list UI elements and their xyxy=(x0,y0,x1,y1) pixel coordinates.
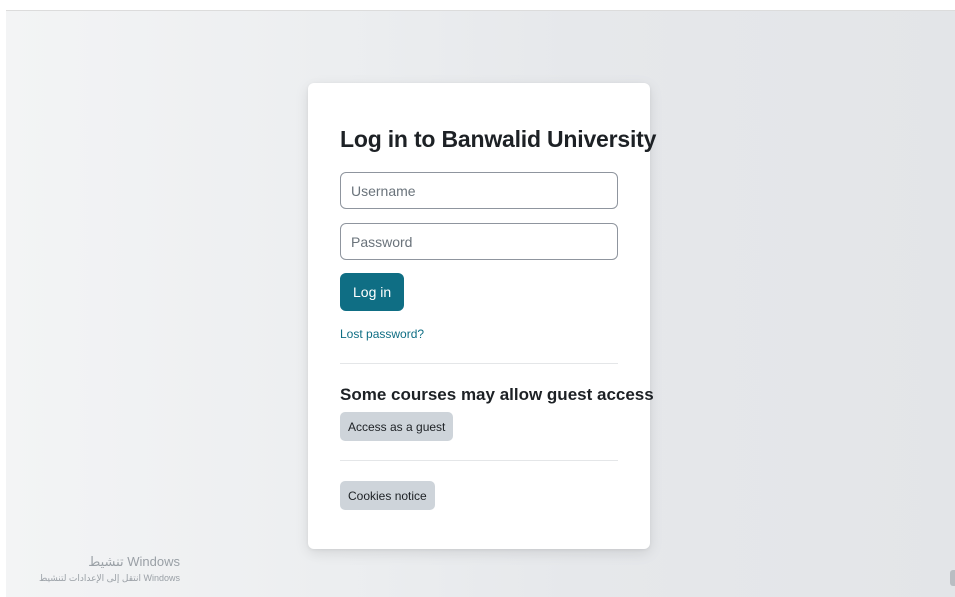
divider xyxy=(340,363,618,364)
scrollbar-handle[interactable] xyxy=(950,570,955,586)
username-input[interactable] xyxy=(340,172,618,209)
cookies-notice-button[interactable]: Cookies notice xyxy=(340,481,435,510)
watermark-title: تنشيط Windows xyxy=(88,554,180,569)
windows-activation-watermark: تنشيط Windows انتقل إلى الإعدادات لتنشيط… xyxy=(10,553,180,585)
divider xyxy=(340,460,618,461)
login-button[interactable]: Log in xyxy=(340,273,405,311)
lost-password-link[interactable]: Lost password? xyxy=(340,327,424,341)
guest-access-heading: Some courses may allow guest access xyxy=(340,385,654,404)
password-input[interactable] xyxy=(340,223,618,260)
watermark-subtitle: انتقل إلى الإعدادات لتنشيط Windows xyxy=(38,573,180,583)
login-card: Log in to Banwalid University Log in Los… xyxy=(308,83,656,549)
guest-access-button[interactable]: Access as a guest xyxy=(340,412,454,441)
login-title: Log in to Banwalid University xyxy=(340,126,657,152)
